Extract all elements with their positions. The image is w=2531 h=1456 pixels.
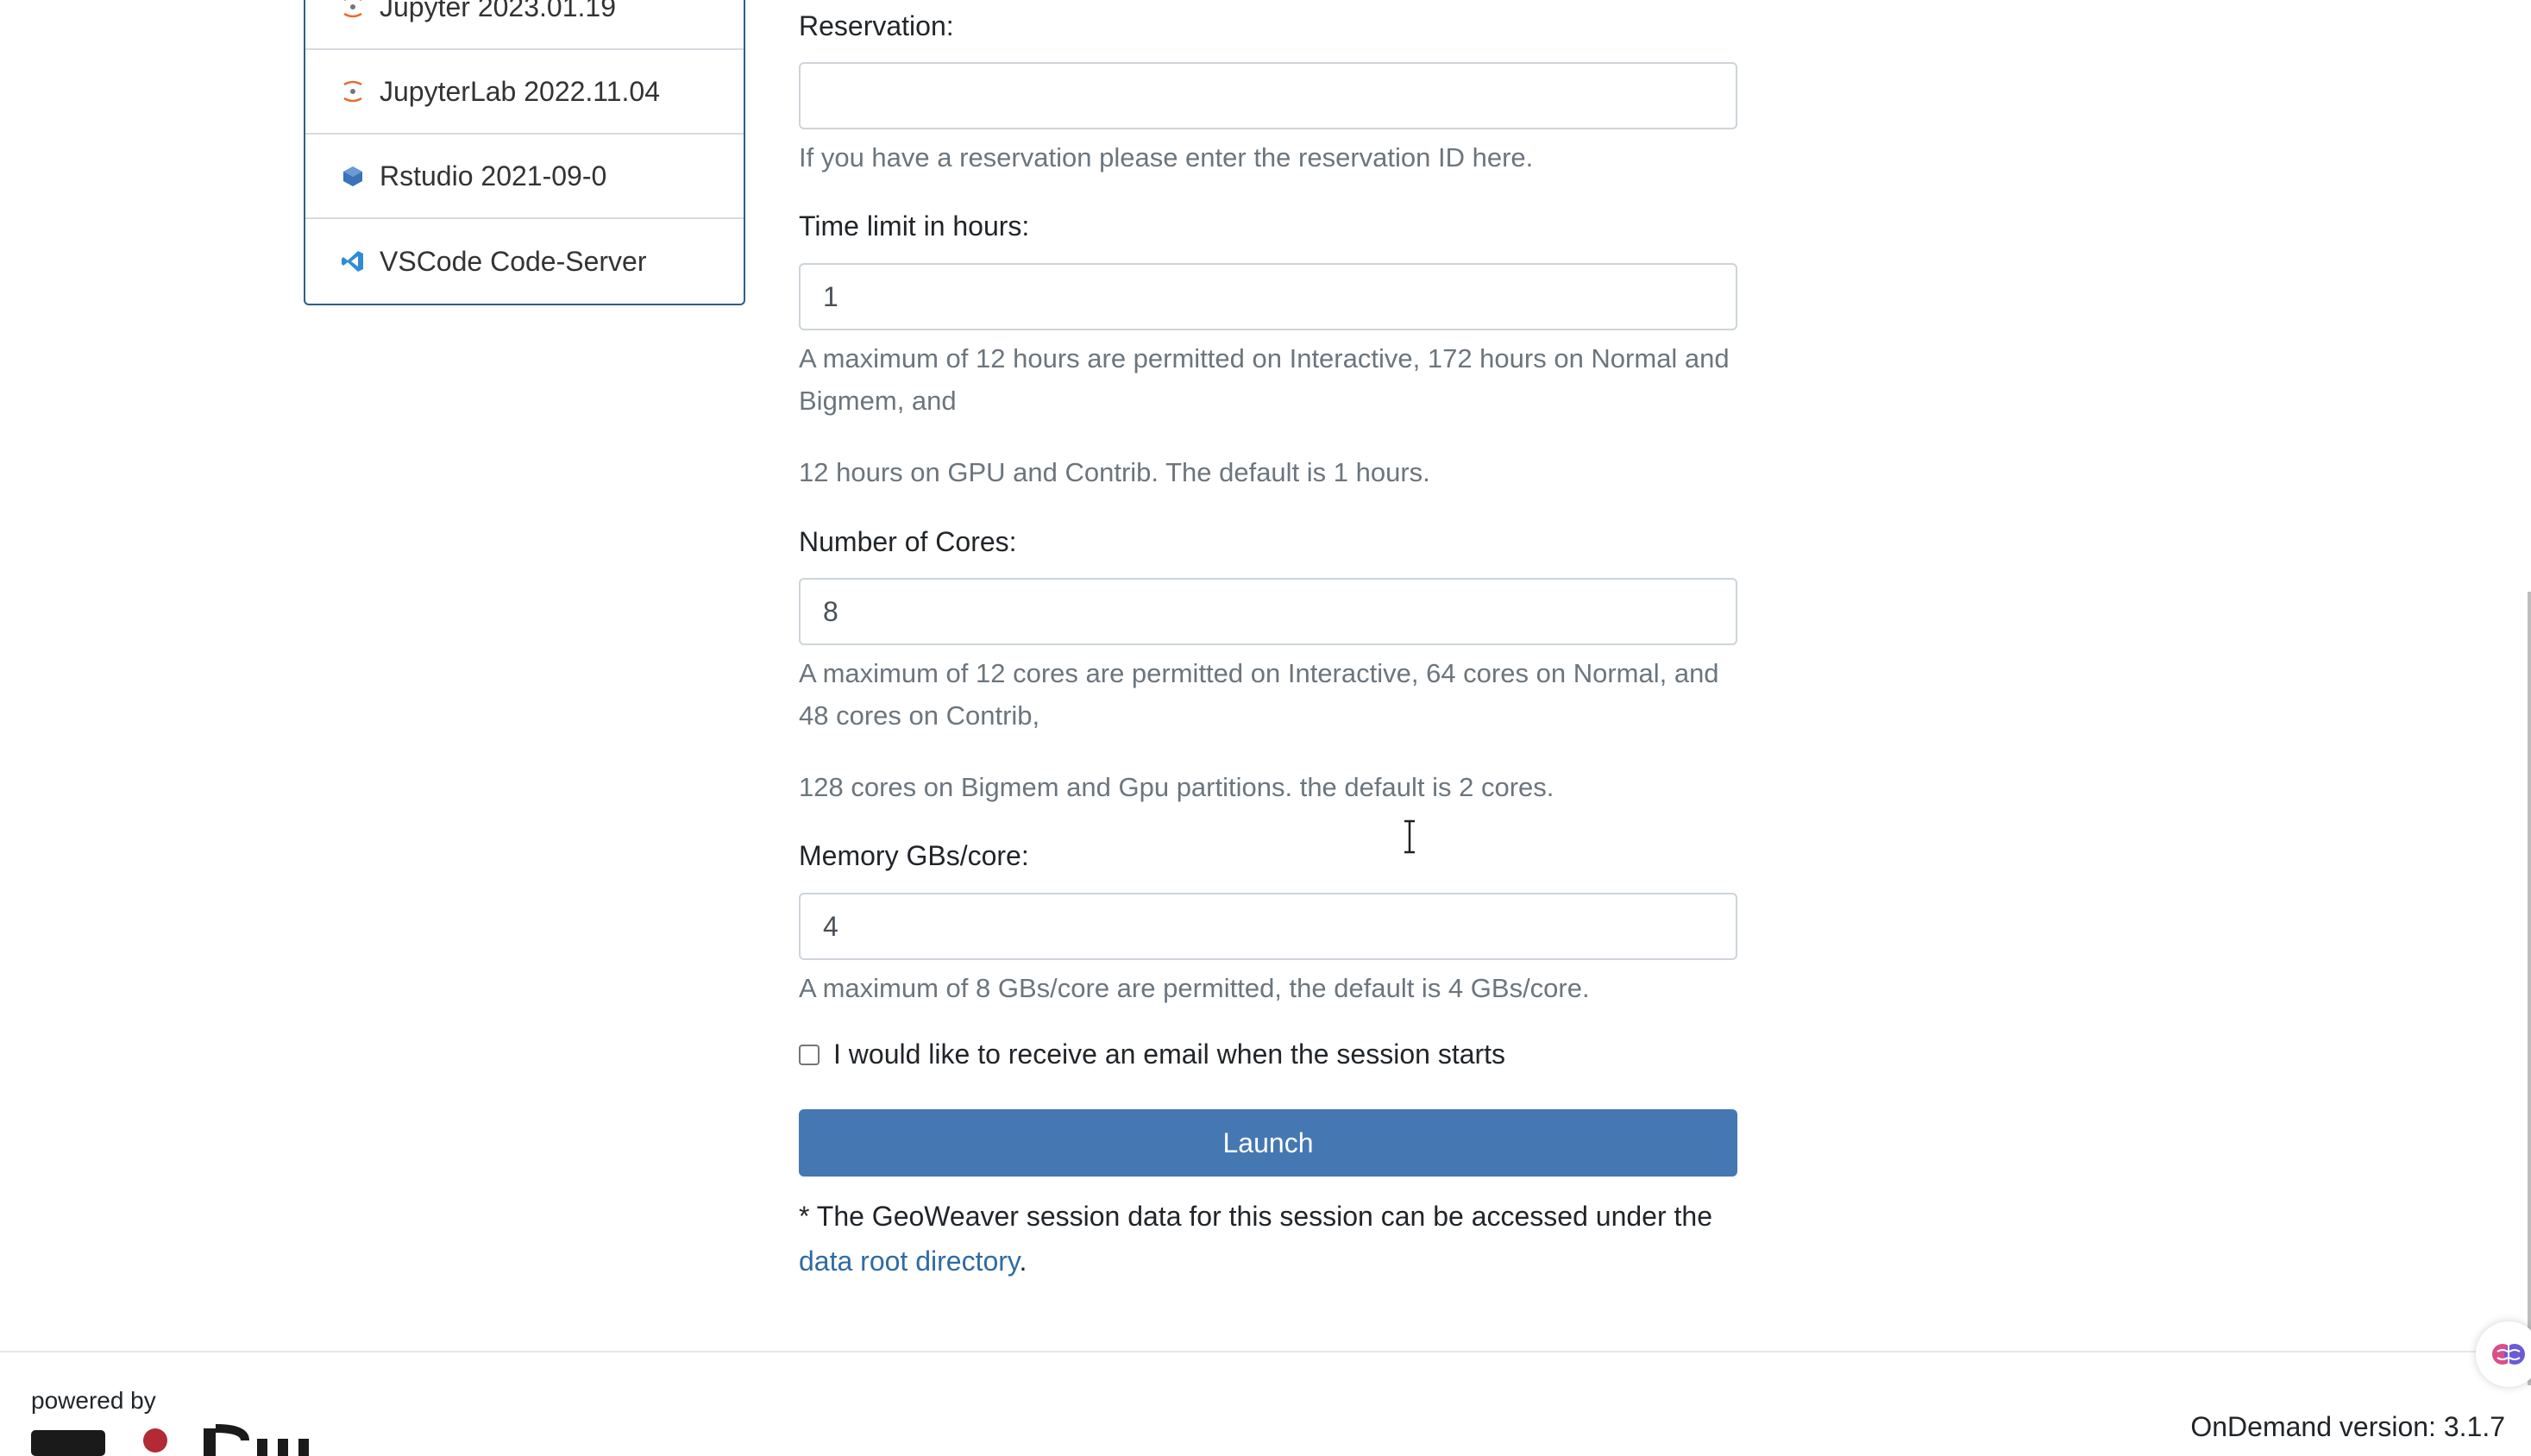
interactive-apps-list: Jupyter 2023.01.19 JupyterLab 2022.11.04… xyxy=(304,0,745,305)
cores-help-extra: 128 cores on Bigmem and Gpu partitions. … xyxy=(799,772,1554,802)
sidebar-item-vscode[interactable]: VSCode Code-Server xyxy=(305,219,744,304)
ondemand-version: OnDemand version: 3.1.7 xyxy=(2190,1411,2505,1442)
memory-label: Memory GBs/core: xyxy=(799,840,1029,871)
text-cursor-icon xyxy=(1404,819,1415,854)
rstudio-icon xyxy=(340,163,366,189)
email-checkbox-label: I would like to receive an email when th… xyxy=(833,1039,1506,1070)
scrollbar[interactable] xyxy=(2528,592,2531,1385)
note-suffix: . xyxy=(1019,1246,1027,1277)
memory-input[interactable] xyxy=(799,893,1737,960)
brain-icon xyxy=(2492,1343,2525,1365)
email-checkbox[interactable] xyxy=(799,1044,820,1065)
sidebar-item-rstudio[interactable]: Rstudio 2021-09-0 xyxy=(305,135,744,219)
time-limit-help: A maximum of 12 hours are permitted on I… xyxy=(799,343,1730,416)
time-limit-input[interactable] xyxy=(799,263,1737,330)
data-root-note: * The GeoWeaver session data for this se… xyxy=(799,1194,1748,1283)
cores-help: A maximum of 12 cores are permitted on I… xyxy=(799,658,1719,731)
sidebar-item-jupyterlab[interactable]: JupyterLab 2022.11.04 xyxy=(305,50,744,135)
launch-button[interactable]: Launch xyxy=(799,1109,1737,1177)
vscode-icon xyxy=(340,248,366,274)
assistant-bubble[interactable] xyxy=(2476,1321,2531,1387)
sidebar-item-label: JupyterLab 2022.11.04 xyxy=(380,75,660,107)
jupyter-icon xyxy=(340,78,366,104)
time-limit-label: Time limit in hours: xyxy=(799,210,1030,242)
cores-input[interactable] xyxy=(799,578,1737,645)
memory-help: A maximum of 8 GBs/core are permitted, t… xyxy=(799,973,1590,1003)
powered-by-label: powered by xyxy=(31,1387,156,1414)
reservation-help: If you have a reservation please enter t… xyxy=(799,142,1534,173)
reservation-input[interactable] xyxy=(799,62,1737,129)
cores-label: Number of Cores: xyxy=(799,526,1017,557)
sidebar-item-label: Jupyter 2023.01.19 xyxy=(380,0,616,22)
footer-divider xyxy=(0,1351,2531,1352)
reservation-label: Reservation: xyxy=(799,10,954,41)
open-ondemand-logo xyxy=(31,1424,309,1456)
note-text: * The GeoWeaver session data for this se… xyxy=(799,1201,1712,1232)
sidebar-item-label: VSCode Code-Server xyxy=(380,245,647,277)
email-checkbox-row[interactable]: I would like to receive an email when th… xyxy=(799,1039,1505,1070)
time-limit-help-extra: 12 hours on GPU and Contrib. The default… xyxy=(799,457,1430,487)
sidebar-item-label: Rstudio 2021-09-0 xyxy=(380,160,607,191)
jupyter-icon xyxy=(340,0,366,20)
sidebar-item-jupyter[interactable]: Jupyter 2023.01.19 xyxy=(305,0,744,50)
data-root-directory-link[interactable]: data root directory xyxy=(799,1246,1020,1277)
